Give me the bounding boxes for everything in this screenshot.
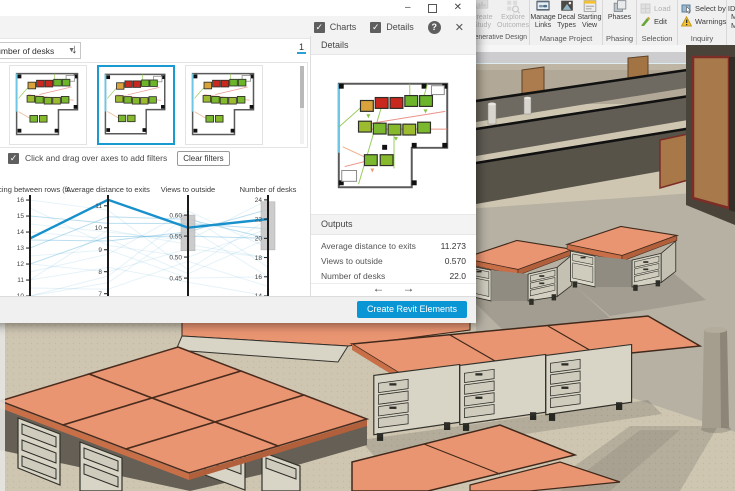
filters-checkbox[interactable] <box>8 153 19 164</box>
svg-text:Number of desks: Number of desks <box>240 185 297 194</box>
output-row: Views to outside 0.570 <box>311 253 476 268</box>
ribbon-group-phasing: Phases Phasing <box>603 0 637 45</box>
thumbnails-scrollbar[interactable] <box>300 66 304 144</box>
ribbon-group-generative-design: Create Study Explore Outcomes Generative… <box>467 0 530 45</box>
filter-controls: Click and drag over axes to add filters … <box>0 150 230 166</box>
warnings-button[interactable]: Warnings <box>678 15 726 28</box>
close-icon[interactable]: ✕ <box>455 21 464 34</box>
close-window-button[interactable]: ✕ <box>454 3 462 13</box>
option-thumbnail-3[interactable] <box>185 65 263 145</box>
svg-text:Views to outside: Views to outside <box>161 185 215 194</box>
option-thumbnails <box>0 62 308 148</box>
phases-button[interactable]: Phases <box>605 0 635 22</box>
ribbon-group-label: Phasing <box>603 34 636 45</box>
svg-text:18: 18 <box>255 255 263 262</box>
svg-text:0.55: 0.55 <box>169 233 182 240</box>
load-icon <box>640 3 651 14</box>
ribbon-group-label: Generative Design <box>467 34 529 45</box>
option-thumbnail-2-selected[interactable] <box>97 65 175 145</box>
parallel-coordinates-chart[interactable]: Spacing between rows (ft...Average dista… <box>0 183 310 303</box>
create-study-icon <box>474 0 490 14</box>
option-thumbnail-1[interactable] <box>9 65 87 145</box>
svg-text:20: 20 <box>255 236 263 243</box>
ribbon-group-clipped: Ma Mar <box>727 0 735 45</box>
details-checkbox[interactable]: Details <box>370 22 414 33</box>
decal-types-icon <box>559 0 575 14</box>
starting-view-button[interactable]: Starting View <box>578 0 601 29</box>
explore-outcomes-icon <box>505 0 521 14</box>
edit-icon <box>640 16 651 27</box>
outputs-title: Outputs <box>311 214 476 235</box>
maximize-button[interactable] <box>428 4 437 13</box>
edit-button[interactable]: Edit <box>637 15 667 28</box>
generative-design-dialog: – ✕ Charts Details ? ✕ Number of desks ▼… <box>0 0 476 322</box>
floor-plan-image <box>325 60 463 210</box>
warnings-icon <box>681 16 692 27</box>
svg-text:22: 22 <box>255 216 263 223</box>
decal-types-button[interactable]: Decal Types <box>555 0 578 29</box>
details-title: Details <box>311 36 476 55</box>
phases-icon <box>612 0 628 14</box>
minimize-button[interactable]: – <box>405 3 411 13</box>
ribbon-group-label: Manage Project <box>530 34 602 45</box>
starting-view-icon <box>582 0 598 14</box>
svg-text:24: 24 <box>255 197 263 204</box>
help-icon[interactable]: ? <box>428 21 441 34</box>
option-preview <box>311 55 476 214</box>
svg-text:Spacing between rows (ft...: Spacing between rows (ft... <box>0 185 75 194</box>
ribbon-group-manage-project: Manage Links Decal Types Starting View M… <box>530 0 603 45</box>
outputs-list: Average distance to exits 11.273 Views t… <box>311 235 476 284</box>
previous-option-button[interactable]: ← <box>373 281 385 295</box>
select-by-id-icon <box>681 3 692 14</box>
checkbox-checked-icon <box>314 22 325 33</box>
manage-links-button[interactable]: Manage Links <box>531 0 555 29</box>
clear-filters-button[interactable]: Clear filters <box>177 151 229 166</box>
svg-text:Average distance to exits: Average distance to exits <box>66 185 150 194</box>
svg-text:16: 16 <box>255 274 263 281</box>
page-indicator[interactable]: 1 <box>297 42 306 54</box>
svg-text:14: 14 <box>17 229 25 236</box>
dialog-footer: Create Revit Elements <box>0 296 476 323</box>
ribbon-group-label: Selection <box>637 34 677 45</box>
option-navigation: ← → <box>311 281 476 295</box>
svg-text:16: 16 <box>17 197 25 204</box>
svg-text:11: 11 <box>17 277 24 284</box>
svg-text:13: 13 <box>17 245 25 252</box>
ribbon-group-inquiry: Select by ID Warnings Inquiry <box>678 0 727 45</box>
checkbox-checked-icon <box>370 22 381 33</box>
svg-text:12: 12 <box>17 261 25 268</box>
svg-text:0.60: 0.60 <box>169 212 182 219</box>
svg-text:10: 10 <box>95 225 103 232</box>
ribbon: Create Study Explore Outcomes Generative… <box>467 0 735 45</box>
screen: { "colors":{"accent_blue":"#1b9ad2","but… <box>0 0 735 491</box>
svg-text:0.50: 0.50 <box>169 254 182 261</box>
svg-text:15: 15 <box>17 213 25 220</box>
create-revit-elements-button[interactable]: Create Revit Elements <box>357 301 467 318</box>
manage-links-icon <box>535 0 551 14</box>
details-panel: Details <box>310 36 476 296</box>
macro-icon <box>731 2 735 12</box>
dialog-titlebar[interactable]: – ✕ <box>0 0 476 16</box>
svg-text:0.45: 0.45 <box>169 275 182 282</box>
output-row: Average distance to exits 11.273 <box>311 238 476 253</box>
svg-text:11: 11 <box>95 203 102 210</box>
next-option-button[interactable]: → <box>403 281 415 295</box>
svg-text:9: 9 <box>98 247 102 254</box>
svg-text:8: 8 <box>98 269 102 276</box>
ribbon-group-selection: Load Edit Selection <box>637 0 678 45</box>
download-icon[interactable]: ↓ <box>71 41 78 56</box>
explore-outcomes-button[interactable]: Explore Outcomes <box>497 0 529 29</box>
charts-checkbox[interactable]: Charts <box>314 22 357 33</box>
sort-dropdown[interactable]: Number of desks ▼ <box>0 42 81 59</box>
load-button[interactable]: Load <box>637 2 671 15</box>
ribbon-group-label: Inquiry <box>678 34 726 45</box>
